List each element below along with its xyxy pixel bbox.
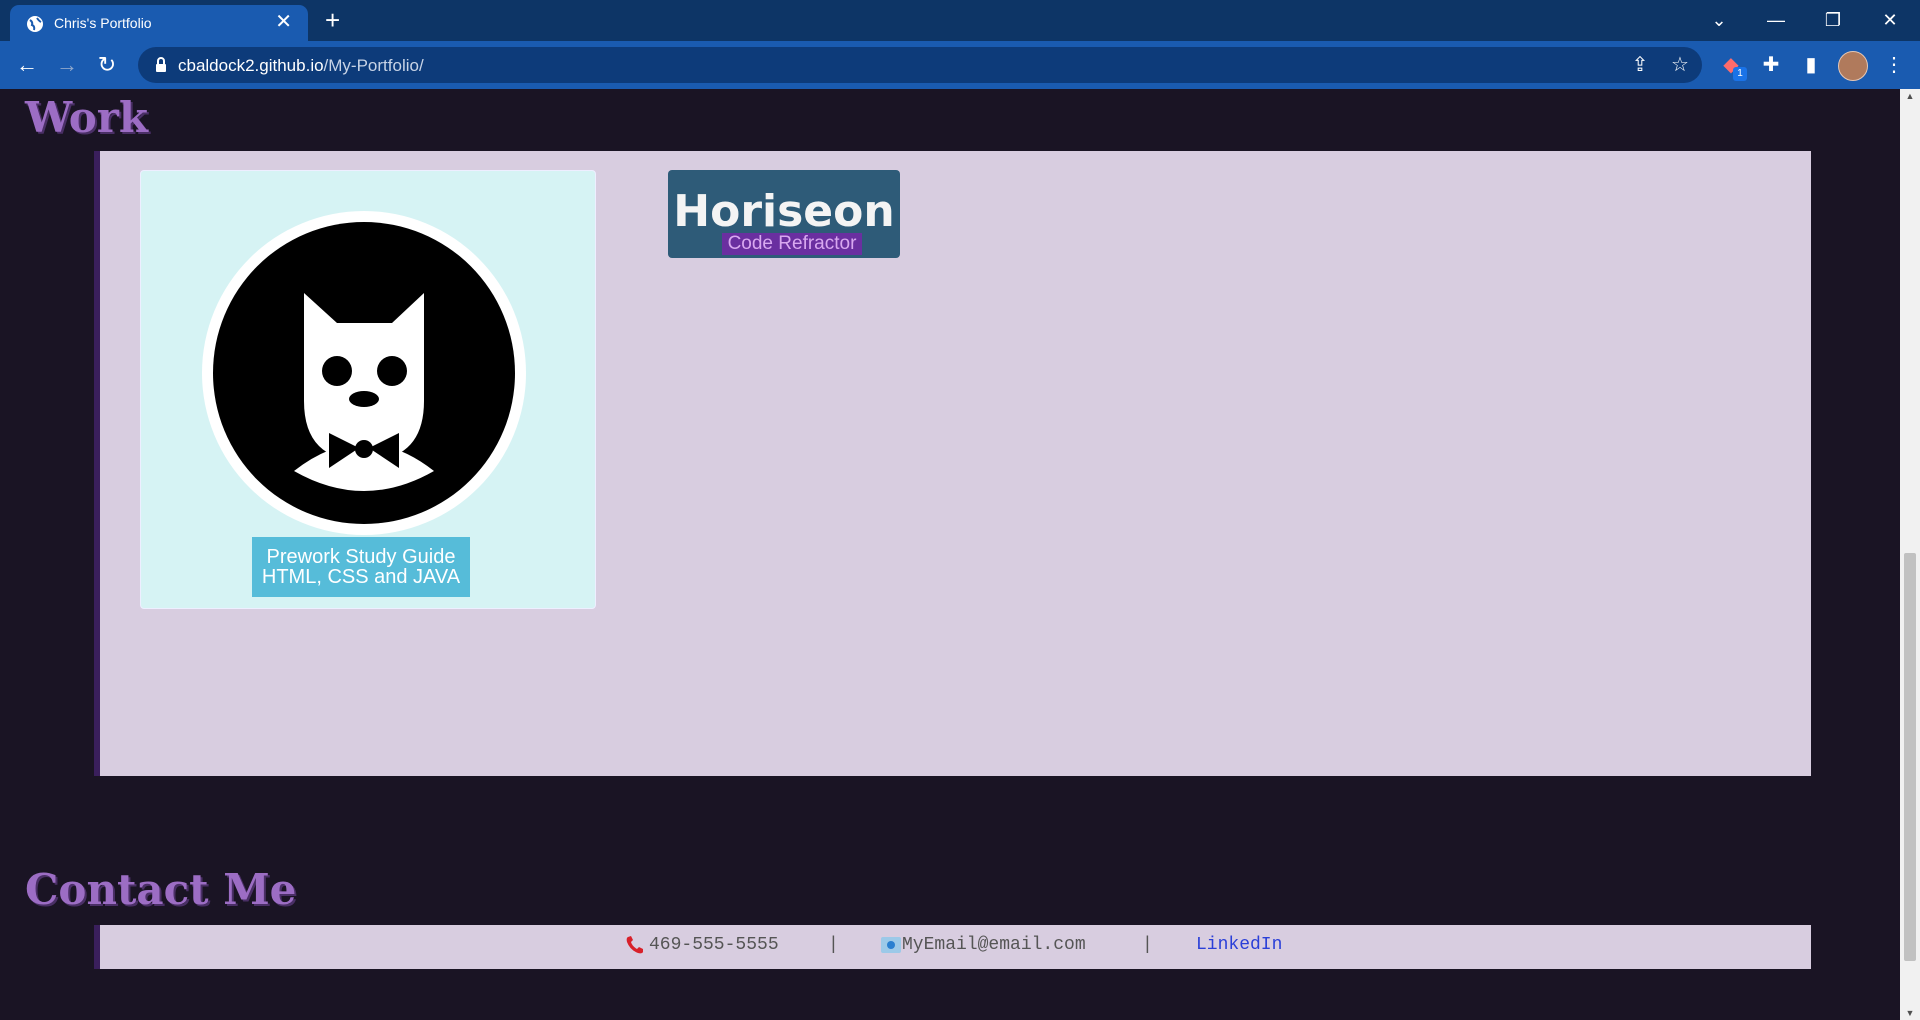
project-card-horiseon[interactable]: Horiseon Code Refractor xyxy=(668,170,900,258)
email-address: MyEmail@email.com xyxy=(902,935,1086,955)
phone-icon xyxy=(626,936,643,954)
project-card-prework[interactable]: Prework Study Guide HTML, CSS and JAVA xyxy=(140,170,596,609)
menu-kebab-icon[interactable]: ⋮ xyxy=(1878,49,1910,81)
restore-icon[interactable]: ❐ xyxy=(1813,6,1853,34)
cat-logo-icon xyxy=(202,211,526,535)
lock-icon xyxy=(156,57,166,72)
caption-line-1: Prework Study Guide xyxy=(266,546,456,568)
tab-strip: Chris's Portfolio ✕ + ⌄ — ❐ ✕ xyxy=(0,0,1920,41)
close-window-icon[interactable]: ✕ xyxy=(1870,6,1910,34)
horiseon-logo-text: Horiseon xyxy=(673,186,895,237)
url-host: cbaldock2.github.io xyxy=(178,56,324,75)
phone-number: 469-555-5555 xyxy=(649,935,779,955)
scroll-down-icon[interactable]: ▼ xyxy=(1904,1008,1916,1018)
url-path: /My-Portfolio/ xyxy=(323,56,424,75)
contact-bar: 469-555-5555 | MyEmail@email.com | Linke… xyxy=(94,925,1811,969)
reload-icon[interactable]: ↻ xyxy=(91,49,123,81)
prework-caption: Prework Study Guide HTML, CSS and JAVA xyxy=(252,537,470,597)
separator-2: | xyxy=(1142,935,1153,955)
tab-search-icon[interactable]: ⌄ xyxy=(1699,6,1739,34)
address-bar[interactable]: cbaldock2.github.io/My-Portfolio/ ⇪ ☆ xyxy=(138,47,1702,83)
linkedin-link[interactable]: LinkedIn xyxy=(1196,935,1282,955)
caption-line-2: HTML, CSS and JAVA xyxy=(261,566,461,588)
bookmark-star-icon[interactable]: ☆ xyxy=(1668,53,1692,77)
page-content: Work Prework Study Guide HTML, CSS and J… xyxy=(0,89,1900,1020)
back-icon[interactable]: ← xyxy=(11,49,43,81)
profile-avatar[interactable] xyxy=(1838,51,1868,81)
side-panel-icon[interactable]: ▮ xyxy=(1795,49,1827,81)
contact-heading: Contact Me xyxy=(25,865,297,914)
new-tab-icon[interactable]: + xyxy=(325,5,340,35)
forward-icon[interactable]: → xyxy=(51,49,83,81)
separator-1: | xyxy=(828,935,839,955)
horiseon-caption: Code Refractor xyxy=(722,233,862,255)
globe-icon xyxy=(27,16,43,32)
tab-title: Chris's Portfolio xyxy=(54,15,152,31)
url-text: cbaldock2.github.io/My-Portfolio/ xyxy=(178,56,424,76)
scroll-up-icon[interactable]: ▲ xyxy=(1904,91,1916,101)
minimize-icon[interactable]: — xyxy=(1756,6,1796,34)
work-panel: Prework Study Guide HTML, CSS and JAVA H… xyxy=(94,151,1811,776)
browser-toolbar: ← → ↻ cbaldock2.github.io/My-Portfolio/ … xyxy=(0,41,1920,89)
email-icon xyxy=(881,937,901,953)
tab-close-icon[interactable]: ✕ xyxy=(275,10,292,34)
share-icon[interactable]: ⇪ xyxy=(1628,53,1652,77)
work-heading: Work xyxy=(25,93,148,142)
extension-badge: 1 xyxy=(1733,67,1747,81)
puzzle-icon[interactable]: ✚ xyxy=(1755,49,1787,81)
tab-active[interactable]: Chris's Portfolio ✕ xyxy=(10,5,308,41)
scrollbar-thumb[interactable] xyxy=(1904,553,1916,961)
page-scrollbar[interactable]: ▲ ▼ xyxy=(1900,89,1920,1020)
